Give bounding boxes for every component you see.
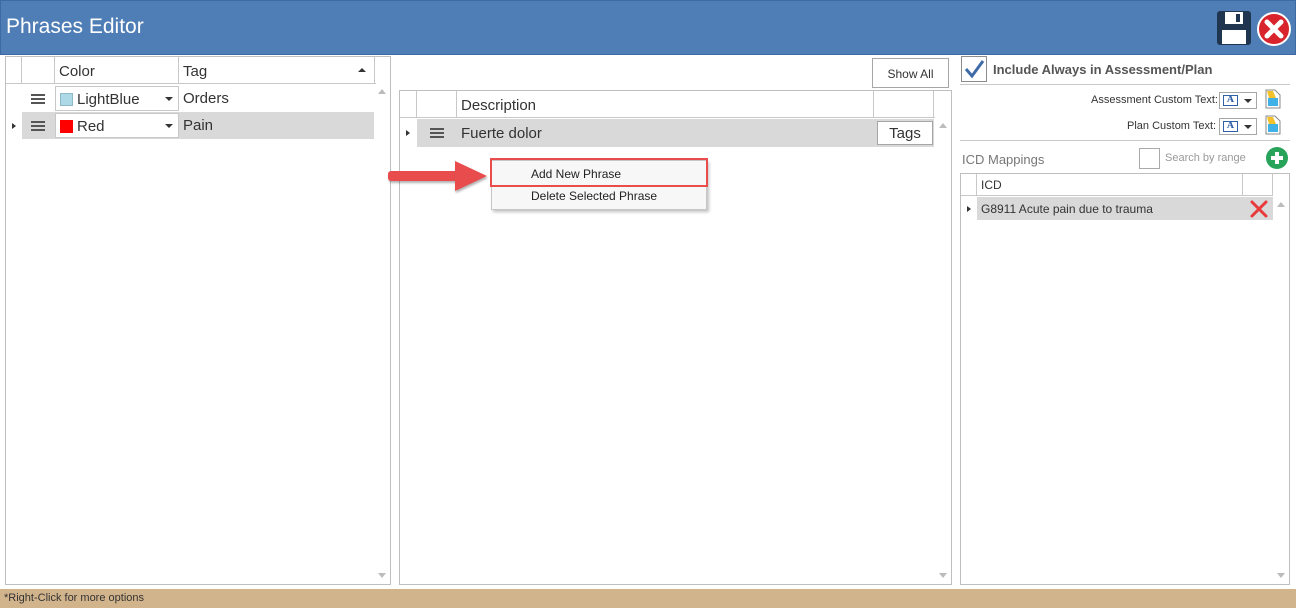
phrases-panel: Show All Description Fuerte dolor Tags xyxy=(399,56,952,585)
phrases-scrollbar[interactable] xyxy=(935,118,951,584)
tags-button[interactable]: Tags xyxy=(877,121,933,145)
sort-ascending-icon xyxy=(358,68,366,72)
text-format-icon: A xyxy=(1223,121,1238,132)
callout-arrow-icon xyxy=(388,171,458,181)
current-row-icon xyxy=(12,123,16,129)
scroll-up-icon[interactable] xyxy=(939,123,947,128)
document-edit-icon[interactable] xyxy=(1265,115,1281,135)
scroll-up-icon[interactable] xyxy=(1277,202,1285,207)
drag-handle-icon[interactable] xyxy=(31,94,45,104)
row-indicator-header xyxy=(400,91,417,118)
divider xyxy=(960,140,1290,141)
icd-grid-header: ICD xyxy=(961,174,1273,196)
window-title: Phrases Editor xyxy=(6,15,144,38)
column-icd-header[interactable]: ICD xyxy=(977,174,1243,196)
assessment-custom-text-dropdown[interactable]: A xyxy=(1219,92,1257,109)
text-format-icon: A xyxy=(1223,95,1238,106)
chevron-down-icon xyxy=(1244,99,1252,103)
icd-mappings-label: ICD Mappings xyxy=(962,152,1045,167)
status-bar: *Right-Click for more options xyxy=(0,589,1296,608)
drag-handle-icon[interactable] xyxy=(430,128,444,138)
current-row-icon xyxy=(967,206,971,212)
scroll-down-icon[interactable] xyxy=(1277,573,1285,578)
icd-row[interactable]: G8911 Acute pain due to trauma xyxy=(961,197,1273,220)
tags-scrollbar[interactable] xyxy=(374,84,390,584)
tag-row[interactable]: Red Pain xyxy=(6,112,376,139)
chevron-down-icon xyxy=(165,124,173,128)
phrase-row[interactable]: Fuerte dolor Tags xyxy=(400,119,935,147)
menu-item-delete-selected-phrase[interactable]: Delete Selected Phrase xyxy=(492,186,706,208)
search-by-range-checkbox[interactable] xyxy=(1139,148,1160,169)
tags-grid-header: Color Tag xyxy=(6,57,376,84)
delete-icon[interactable] xyxy=(1249,199,1269,219)
tag-row[interactable]: LightBlue Orders xyxy=(6,85,376,112)
add-icd-mapping-icon[interactable] xyxy=(1266,147,1288,169)
current-row-icon xyxy=(406,130,410,136)
row-indicator-header xyxy=(6,57,22,84)
color-swatch xyxy=(60,120,73,133)
divider xyxy=(960,84,1290,85)
callout-arrow-head-icon xyxy=(455,161,487,191)
close-icon[interactable] xyxy=(1256,11,1292,47)
drag-column-header xyxy=(417,91,457,118)
column-color-header[interactable]: Color xyxy=(55,57,179,84)
show-all-button[interactable]: Show All xyxy=(872,58,949,88)
plan-custom-text-label: Plan Custom Text: xyxy=(1127,120,1217,132)
search-by-range-label: Search by range xyxy=(1165,152,1246,164)
chevron-down-icon xyxy=(1244,125,1252,129)
chevron-down-icon xyxy=(165,97,173,101)
document-edit-icon[interactable] xyxy=(1265,89,1281,109)
phrase-description-cell[interactable]: Fuerte dolor xyxy=(457,119,874,146)
include-always-checkbox[interactable] xyxy=(961,56,987,82)
include-always-label: Include Always in Assessment/Plan xyxy=(993,62,1213,77)
title-bar: Phrases Editor xyxy=(0,0,1296,55)
status-hint: *Right-Click for more options xyxy=(4,592,144,604)
icd-scrollbar[interactable] xyxy=(1273,196,1289,584)
save-icon[interactable] xyxy=(1216,10,1252,46)
row-indicator-header xyxy=(961,174,977,196)
tag-cell[interactable]: Orders xyxy=(179,85,375,112)
plan-custom-text-dropdown[interactable]: A xyxy=(1219,118,1257,135)
menu-highlight-box xyxy=(490,158,708,187)
assessment-custom-text-label: Assessment Custom Text: xyxy=(1091,94,1218,106)
icd-code-cell[interactable]: G8911 Acute pain due to trauma xyxy=(977,197,1243,220)
delete-column-header xyxy=(1243,174,1273,196)
checkmark-icon xyxy=(964,60,985,79)
drag-column-header xyxy=(22,57,55,84)
right-panel: Include Always in Assessment/Plan Assess… xyxy=(960,56,1290,585)
drag-handle-icon[interactable] xyxy=(31,121,45,131)
scroll-up-icon[interactable] xyxy=(378,89,386,94)
scroll-down-icon[interactable] xyxy=(378,573,386,578)
tags-panel: Color Tag LightBlue Orders Red Pain xyxy=(5,56,391,585)
column-description-header[interactable]: Description xyxy=(457,91,874,118)
column-tag-header[interactable]: Tag xyxy=(179,57,375,84)
scroll-down-icon[interactable] xyxy=(939,573,947,578)
color-swatch xyxy=(60,93,73,106)
icd-grid: ICD G8911 Acute pain due to trauma xyxy=(960,173,1290,585)
color-combo[interactable]: LightBlue xyxy=(55,86,179,111)
phrases-grid-header: Description xyxy=(400,91,935,118)
tags-column-header xyxy=(874,91,934,118)
color-combo[interactable]: Red xyxy=(55,113,179,138)
tag-cell[interactable]: Pain xyxy=(179,112,375,139)
